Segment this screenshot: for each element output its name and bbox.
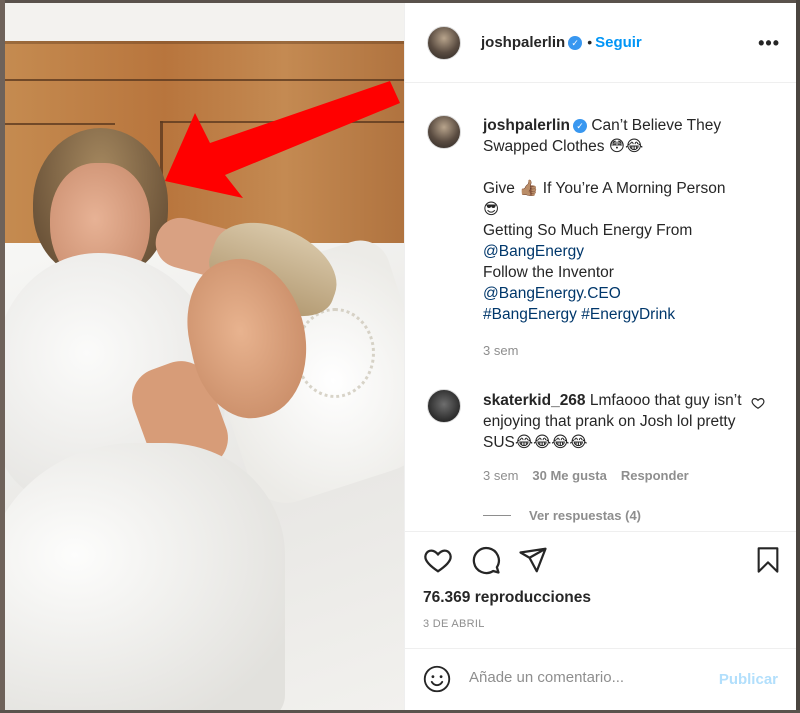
author-username[interactable]: joshpalerlin (481, 34, 565, 51)
save-bookmark-icon[interactable] (754, 545, 782, 575)
window-frame-right (796, 0, 800, 713)
mention-link[interactable]: @BangEnergy.CEO (483, 285, 621, 302)
caption-timestamp[interactable]: 3 sem (483, 343, 518, 358)
more-options-icon[interactable]: ••• (758, 33, 780, 54)
post-caption: joshpalerlin ✓ Can’t Believe They Swapped… (483, 115, 783, 325)
follow-button[interactable]: Seguir (595, 34, 642, 51)
replies-divider-line (483, 515, 511, 516)
separator-dot: • (587, 34, 593, 50)
caption-line: 😎 (483, 201, 500, 218)
red-arrow-shape (165, 81, 400, 198)
caption-line: Getting So Much Energy From (483, 222, 693, 239)
view-count[interactable]: 76.369 reproducciones (423, 589, 591, 607)
caption-username[interactable]: joshpalerlin (483, 117, 570, 134)
header-user-line: joshpalerlin ✓ • Seguir (481, 34, 642, 52)
comment-like-heart-icon[interactable] (751, 396, 765, 410)
commenter-username[interactable]: skaterkid_268 (483, 392, 586, 409)
caption-gap (483, 157, 783, 178)
post-media-image[interactable] (5, 3, 404, 710)
caption-line: Follow the Inventor (483, 264, 614, 281)
red-arrow-annotation (165, 81, 400, 198)
reply-button[interactable]: Responder (621, 468, 689, 483)
comment-likes[interactable]: 30 Me gusta (532, 468, 606, 483)
verified-badge-icon: ✓ (573, 119, 587, 133)
add-comment-bar: Publicar (405, 648, 796, 710)
commenter-avatar[interactable] (427, 389, 461, 423)
author-avatar[interactable] (427, 26, 461, 60)
post-actions-section: 76.369 reproducciones 3 DE ABRIL Publica… (405, 531, 796, 711)
post-sidebar: joshpalerlin ✓ • Seguir ••• joshpalerlin ✓ C… (404, 3, 796, 710)
comment: skaterkid_268 Lmfaooo that guy isn’t enj… (483, 390, 753, 453)
verified-badge-icon: ✓ (568, 36, 583, 50)
like-heart-icon[interactable] (423, 545, 453, 575)
post-header: joshpalerlin ✓ • Seguir ••• (405, 3, 796, 83)
caption-line: Give 👍🏽 If You’re A Morning Person (483, 180, 726, 197)
publish-button[interactable]: Publicar (719, 671, 778, 688)
emoji-smiley-icon[interactable] (423, 665, 451, 693)
hashtag-link[interactable]: #BangEnergy (483, 306, 577, 323)
comment-timestamp[interactable]: 3 sem (483, 468, 518, 483)
comment-bubble-icon[interactable] (471, 545, 501, 575)
caption-line: Swapped Clothes 😳😂 (483, 138, 644, 155)
view-replies-label: Ver respuestas (4) (529, 508, 642, 523)
caption-line: Can’t Believe They (591, 117, 722, 134)
comment-meta: 3 sem 30 Me gusta Responder (483, 468, 703, 483)
view-replies-button[interactable]: Ver respuestas (4) (483, 508, 641, 523)
mention-link[interactable]: @BangEnergy (483, 243, 584, 260)
hashtag-link[interactable]: #EnergyDrink (581, 306, 675, 323)
share-paper-plane-icon[interactable] (518, 545, 548, 575)
post-date[interactable]: 3 DE ABRIL (423, 618, 485, 630)
add-comment-input[interactable] (469, 669, 689, 686)
caption-avatar[interactable] (427, 115, 461, 149)
